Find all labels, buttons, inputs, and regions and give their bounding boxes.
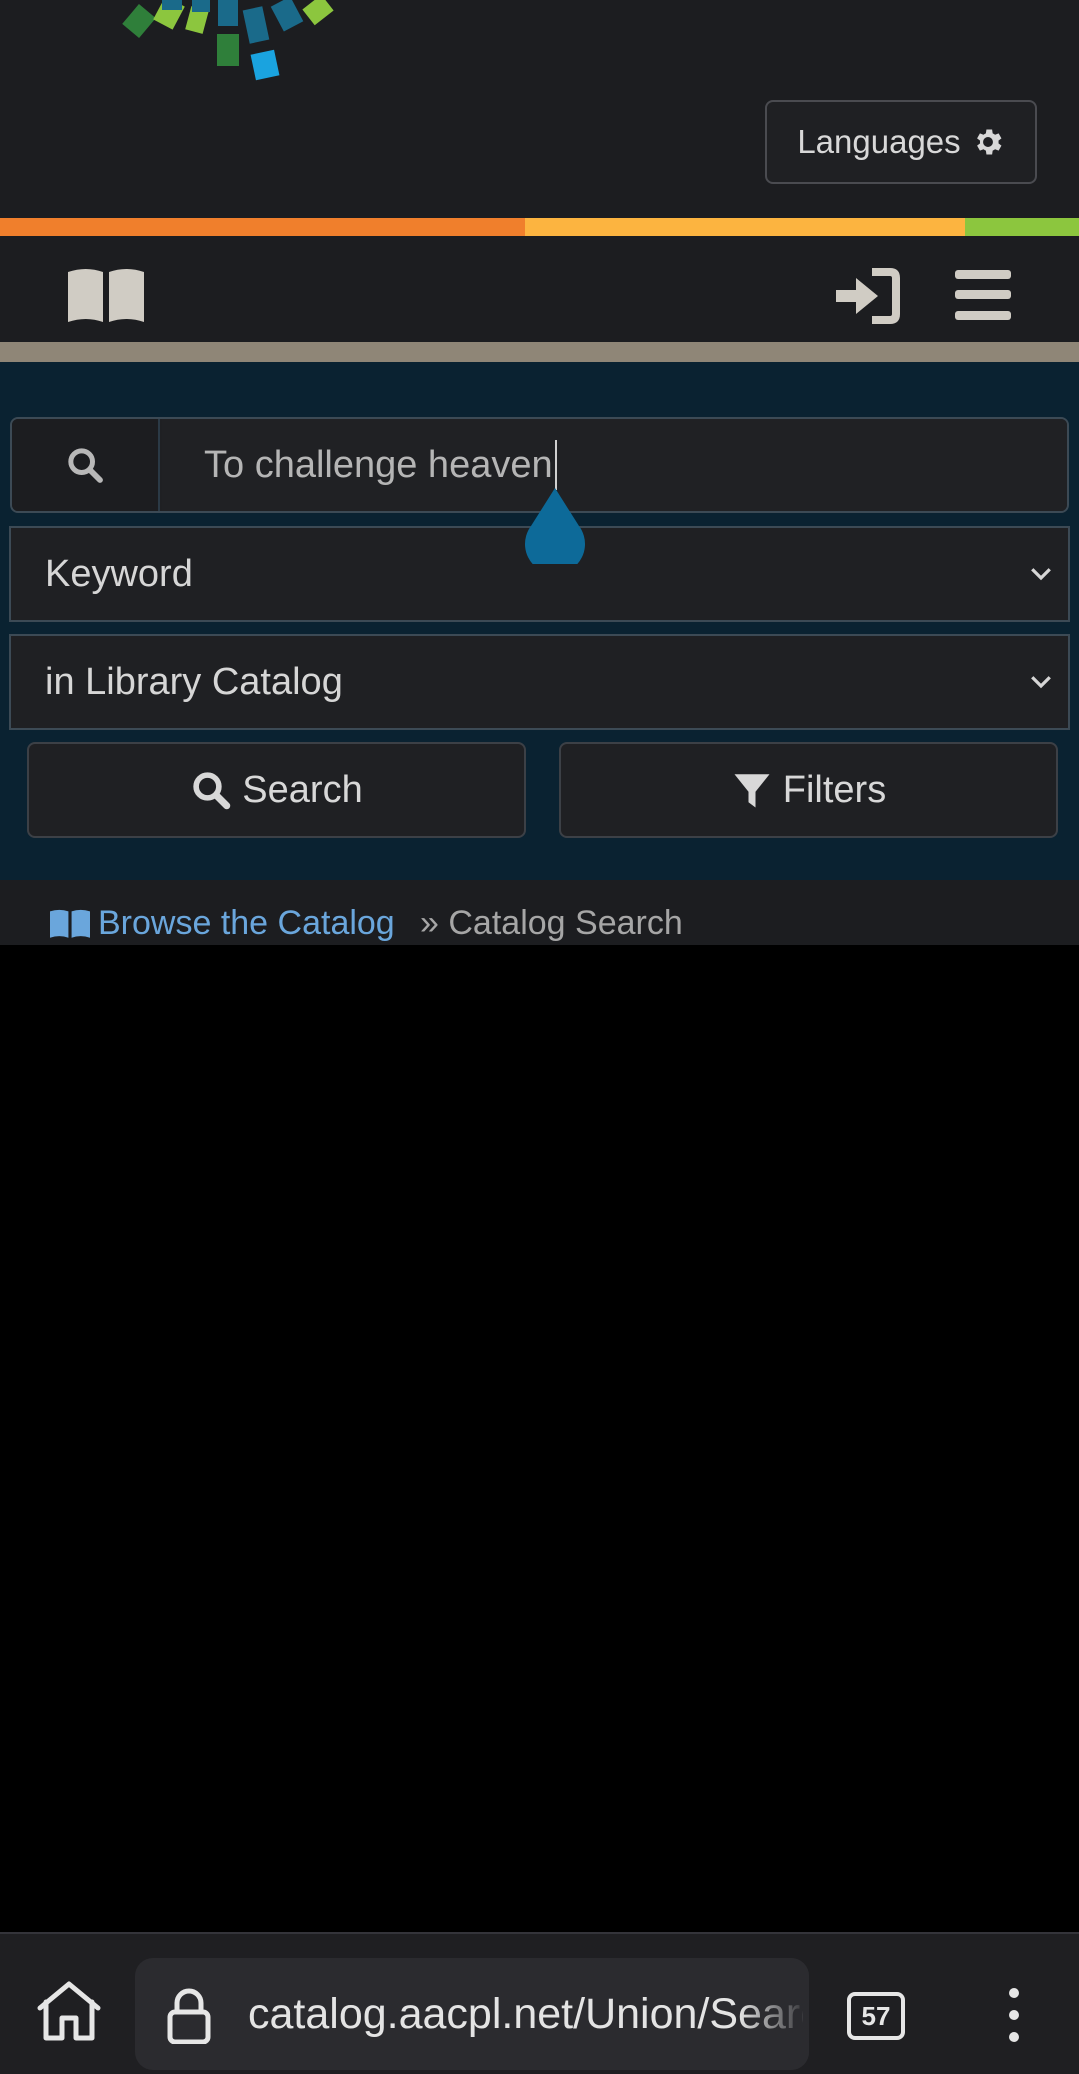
- filters-button[interactable]: Filters: [559, 742, 1058, 838]
- site-header: Languages: [0, 0, 1079, 218]
- breadcrumb-link-label: Browse the Catalog: [98, 904, 395, 942]
- text-cursor: [555, 440, 557, 490]
- languages-button[interactable]: Languages: [765, 100, 1037, 184]
- search-icon: [193, 772, 231, 810]
- languages-label: Languages: [797, 123, 961, 160]
- search-source-select[interactable]: in Library Catalog: [9, 634, 1070, 730]
- breadcrumb-current: » Catalog Search: [420, 904, 683, 942]
- gear-icon: [976, 129, 1002, 155]
- tabs-count-button[interactable]: 57: [847, 1992, 905, 2040]
- url-text: catalog.aacpl.net/Union/Search: [248, 1990, 803, 2038]
- filter-icon: [734, 774, 770, 808]
- home-icon[interactable]: [36, 1980, 102, 2042]
- chevron-down-icon: [1031, 676, 1051, 689]
- filters-button-label: Filters: [782, 768, 887, 811]
- lock-icon: [167, 1988, 211, 2044]
- search-input[interactable]: To challenge heaven: [162, 419, 1067, 511]
- text-selection-handle[interactable]: [523, 488, 587, 564]
- url-fade: [739, 1958, 809, 2070]
- search-source-value: in Library Catalog: [45, 661, 343, 703]
- breadcrumb: Browse the Catalog » Catalog Search: [0, 880, 1079, 945]
- breadcrumb-separator: »: [420, 904, 439, 942]
- kebab-menu-icon[interactable]: [1000, 1986, 1028, 2044]
- hamburger-menu-icon[interactable]: [955, 270, 1011, 320]
- navbar: [0, 236, 1079, 342]
- brand-color-stripe: [0, 218, 1079, 236]
- navbar-divider: [0, 342, 1079, 362]
- chevron-down-icon: [1031, 568, 1051, 581]
- search-button[interactable]: Search: [27, 742, 526, 838]
- breadcrumb-current-label: Catalog Search: [448, 904, 683, 942]
- sign-in-icon[interactable]: [836, 268, 900, 324]
- address-bar[interactable]: catalog.aacpl.net/Union/Search: [135, 1958, 809, 2070]
- search-icon: [68, 448, 103, 483]
- search-icon-button[interactable]: [12, 419, 160, 511]
- search-button-label: Search: [242, 768, 363, 811]
- library-logo[interactable]: [110, 0, 390, 90]
- browser-toolbar: catalog.aacpl.net/Union/Search 57: [0, 1932, 1079, 2074]
- breadcrumb-browse-link[interactable]: Browse the Catalog: [50, 904, 395, 942]
- book-icon[interactable]: [68, 266, 144, 322]
- search-type-value: Keyword: [45, 553, 193, 595]
- book-icon: [50, 909, 90, 938]
